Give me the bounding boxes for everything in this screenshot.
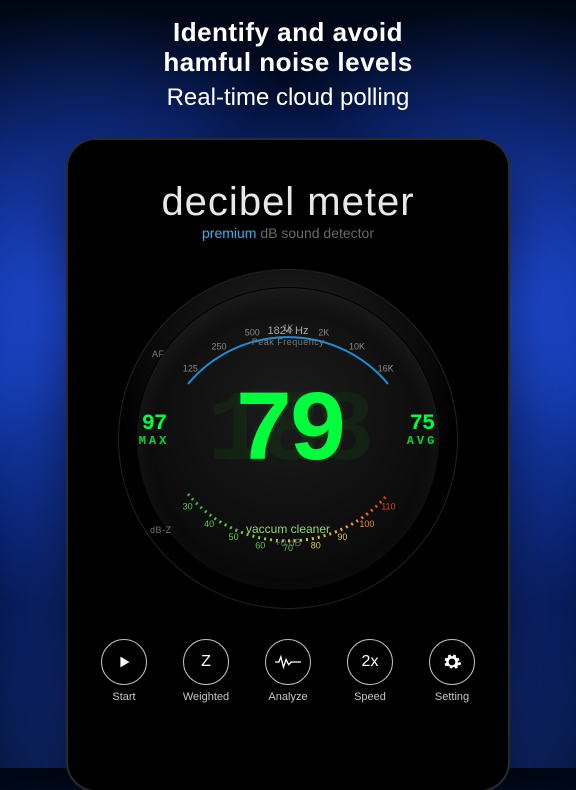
start-button[interactable] — [101, 639, 147, 685]
reference-label: vaccum cleaner +0 dB — [118, 522, 458, 549]
analyze-icon — [275, 653, 301, 671]
app-name: decibel meter — [86, 180, 490, 225]
setting-control: Setting — [422, 639, 482, 703]
promo-text: Identify and avoid hamful noise levels R… — [0, 18, 576, 112]
analyze-button[interactable] — [265, 639, 311, 685]
max-readout: 97 MAX — [124, 411, 184, 448]
gear-icon — [442, 652, 462, 672]
peak-frequency: 1824 Hz Peak Frequency — [118, 325, 458, 347]
control-label: Weighted — [176, 691, 236, 703]
db-dial: 1252505001K2K10K16K 30405060708090100110… — [118, 269, 458, 609]
app-title: decibel meter premium dB sound detector — [86, 180, 490, 241]
control-label: Speed — [340, 691, 400, 703]
max-value: 97 — [124, 411, 184, 436]
speed-control: 2x Speed — [340, 639, 400, 703]
promo-line: Identify and avoid — [0, 18, 576, 48]
control-label: Analyze — [258, 691, 318, 703]
peak-label: Peak Frequency — [118, 337, 458, 347]
max-label: MAX — [124, 434, 184, 448]
reference-text: vaccum cleaner — [118, 522, 458, 536]
calibration-text: +0 dB — [118, 538, 458, 549]
promo-line: hamful noise levels — [0, 48, 576, 78]
control-label: Start — [94, 691, 154, 703]
peak-value: 1824 Hz — [118, 325, 458, 337]
subtitle-desc: dB sound detector — [256, 225, 374, 241]
control-bar: Start Z Weighted Analyze 2x Speed Setting — [86, 639, 490, 703]
subtitle-premium: premium — [202, 225, 256, 241]
promo-line: Real-time cloud polling — [0, 84, 576, 112]
control-label: Setting — [422, 691, 482, 703]
start-control: Start — [94, 639, 154, 703]
weighted-control: Z Weighted — [176, 639, 236, 703]
tablet-frame: decibel meter premium dB sound detector … — [68, 140, 508, 790]
avg-readout: 75 AVG — [392, 411, 452, 448]
weighted-button[interactable]: Z — [183, 639, 229, 685]
avg-value: 75 — [392, 411, 452, 436]
speed-button[interactable]: 2x — [347, 639, 393, 685]
play-icon — [115, 653, 133, 671]
top-scale-label: AF — [152, 349, 165, 359]
analyze-control: Analyze — [258, 639, 318, 703]
avg-label: AVG — [392, 434, 452, 448]
setting-button[interactable] — [429, 639, 475, 685]
